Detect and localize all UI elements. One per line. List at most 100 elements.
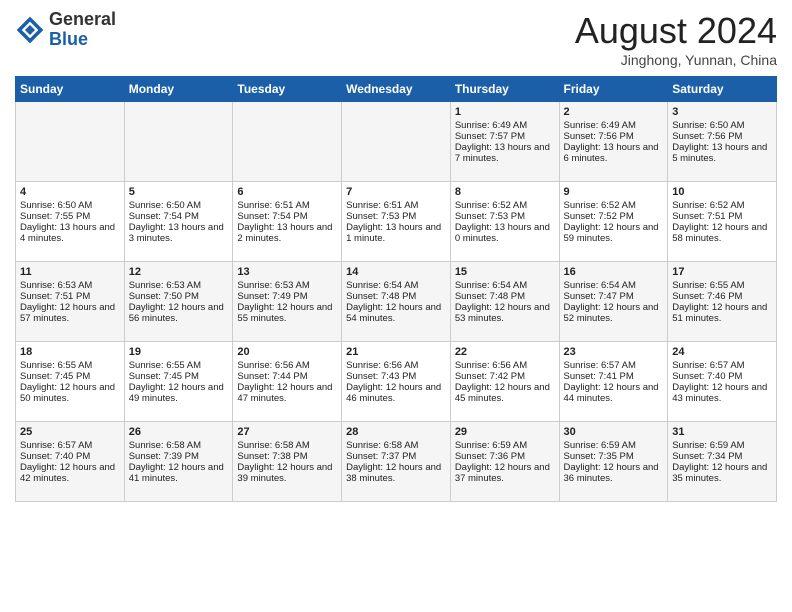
cell-info: Sunset: 7:52 PM [564, 211, 664, 222]
calendar-cell: 19Sunrise: 6:55 AMSunset: 7:45 PMDayligh… [124, 342, 233, 422]
cell-info: Daylight: 12 hours and 53 minutes. [455, 302, 555, 324]
cell-info: Sunrise: 6:58 AM [129, 440, 229, 451]
cell-info: Daylight: 12 hours and 42 minutes. [20, 462, 120, 484]
cell-info: Sunrise: 6:55 AM [20, 360, 120, 371]
weekday-header-cell: Saturday [668, 77, 777, 102]
calendar-cell: 13Sunrise: 6:53 AMSunset: 7:49 PMDayligh… [233, 262, 342, 342]
calendar-cell: 25Sunrise: 6:57 AMSunset: 7:40 PMDayligh… [16, 422, 125, 502]
cell-info: Daylight: 12 hours and 46 minutes. [346, 382, 446, 404]
cell-info: Sunset: 7:45 PM [129, 371, 229, 382]
calendar-body: 1Sunrise: 6:49 AMSunset: 7:57 PMDaylight… [16, 102, 777, 502]
location: Jinghong, Yunnan, China [575, 52, 777, 68]
logo-blue: Blue [49, 29, 88, 49]
cell-info: Daylight: 12 hours and 56 minutes. [129, 302, 229, 324]
cell-info: Daylight: 12 hours and 52 minutes. [564, 302, 664, 324]
cell-info: Sunset: 7:45 PM [20, 371, 120, 382]
day-number: 21 [346, 346, 446, 358]
calendar-cell: 1Sunrise: 6:49 AMSunset: 7:57 PMDaylight… [450, 102, 559, 182]
calendar-cell: 21Sunrise: 6:56 AMSunset: 7:43 PMDayligh… [342, 342, 451, 422]
day-number: 18 [20, 346, 120, 358]
cell-info: Sunrise: 6:56 AM [237, 360, 337, 371]
logo-general: General [49, 9, 116, 29]
cell-info: Sunset: 7:56 PM [564, 131, 664, 142]
cell-info: Sunset: 7:49 PM [237, 291, 337, 302]
cell-info: Sunset: 7:39 PM [129, 451, 229, 462]
cell-info: Sunrise: 6:50 AM [20, 200, 120, 211]
calendar-cell: 20Sunrise: 6:56 AMSunset: 7:44 PMDayligh… [233, 342, 342, 422]
cell-info: Sunset: 7:47 PM [564, 291, 664, 302]
calendar-week-row: 11Sunrise: 6:53 AMSunset: 7:51 PMDayligh… [16, 262, 777, 342]
calendar-cell: 6Sunrise: 6:51 AMSunset: 7:54 PMDaylight… [233, 182, 342, 262]
cell-info: Sunrise: 6:57 AM [564, 360, 664, 371]
cell-info: Daylight: 13 hours and 1 minute. [346, 222, 446, 244]
cell-info: Sunset: 7:41 PM [564, 371, 664, 382]
cell-info: Sunrise: 6:51 AM [346, 200, 446, 211]
cell-info: Sunrise: 6:54 AM [455, 280, 555, 291]
logo: General Blue [15, 10, 116, 50]
cell-info: Sunrise: 6:50 AM [672, 120, 772, 131]
cell-info: Daylight: 12 hours and 38 minutes. [346, 462, 446, 484]
weekday-header-cell: Tuesday [233, 77, 342, 102]
cell-info: Sunrise: 6:52 AM [672, 200, 772, 211]
weekday-header-cell: Sunday [16, 77, 125, 102]
cell-info: Daylight: 12 hours and 39 minutes. [237, 462, 337, 484]
cell-info: Sunset: 7:54 PM [129, 211, 229, 222]
cell-info: Sunset: 7:50 PM [129, 291, 229, 302]
cell-info: Daylight: 13 hours and 3 minutes. [129, 222, 229, 244]
cell-info: Sunrise: 6:57 AM [672, 360, 772, 371]
cell-info: Sunset: 7:46 PM [672, 291, 772, 302]
cell-info: Daylight: 13 hours and 0 minutes. [455, 222, 555, 244]
cell-info: Sunset: 7:40 PM [20, 451, 120, 462]
cell-info: Sunrise: 6:53 AM [129, 280, 229, 291]
cell-info: Daylight: 13 hours and 5 minutes. [672, 142, 772, 164]
calendar-cell: 8Sunrise: 6:52 AMSunset: 7:53 PMDaylight… [450, 182, 559, 262]
cell-info: Sunset: 7:56 PM [672, 131, 772, 142]
calendar-cell: 2Sunrise: 6:49 AMSunset: 7:56 PMDaylight… [559, 102, 668, 182]
cell-info: Sunset: 7:38 PM [237, 451, 337, 462]
cell-info: Sunrise: 6:53 AM [20, 280, 120, 291]
day-number: 28 [346, 426, 446, 438]
calendar-cell: 17Sunrise: 6:55 AMSunset: 7:46 PMDayligh… [668, 262, 777, 342]
cell-info: Sunrise: 6:59 AM [672, 440, 772, 451]
day-number: 5 [129, 186, 229, 198]
day-number: 12 [129, 266, 229, 278]
cell-info: Daylight: 13 hours and 6 minutes. [564, 142, 664, 164]
cell-info: Daylight: 12 hours and 55 minutes. [237, 302, 337, 324]
cell-info: Sunrise: 6:52 AM [455, 200, 555, 211]
cell-info: Sunrise: 6:49 AM [455, 120, 555, 131]
cell-info: Daylight: 12 hours and 44 minutes. [564, 382, 664, 404]
cell-info: Sunrise: 6:54 AM [564, 280, 664, 291]
day-number: 4 [20, 186, 120, 198]
day-number: 16 [564, 266, 664, 278]
cell-info: Sunset: 7:37 PM [346, 451, 446, 462]
day-number: 20 [237, 346, 337, 358]
cell-info: Sunrise: 6:54 AM [346, 280, 446, 291]
cell-info: Daylight: 12 hours and 37 minutes. [455, 462, 555, 484]
weekday-header-cell: Wednesday [342, 77, 451, 102]
cell-info: Sunrise: 6:53 AM [237, 280, 337, 291]
cell-info: Daylight: 12 hours and 54 minutes. [346, 302, 446, 324]
calendar-cell: 9Sunrise: 6:52 AMSunset: 7:52 PMDaylight… [559, 182, 668, 262]
cell-info: Sunrise: 6:59 AM [564, 440, 664, 451]
cell-info: Sunset: 7:57 PM [455, 131, 555, 142]
calendar-cell: 18 Sunrise: 6:55 AMSunset: 7:45 PMDayligh… [16, 342, 125, 422]
day-number: 31 [672, 426, 772, 438]
cell-info: Sunset: 7:40 PM [672, 371, 772, 382]
cell-info: Daylight: 12 hours and 57 minutes. [20, 302, 120, 324]
weekday-header-cell: Thursday [450, 77, 559, 102]
cell-info: Sunset: 7:36 PM [455, 451, 555, 462]
calendar-table: SundayMondayTuesdayWednesdayThursdayFrid… [15, 76, 777, 502]
cell-info: Sunset: 7:34 PM [672, 451, 772, 462]
calendar-cell: 7Sunrise: 6:51 AMSunset: 7:53 PMDaylight… [342, 182, 451, 262]
calendar-cell [16, 102, 125, 182]
calendar-cell: 3Sunrise: 6:50 AMSunset: 7:56 PMDaylight… [668, 102, 777, 182]
cell-info: Sunrise: 6:49 AM [564, 120, 664, 131]
cell-info: Sunrise: 6:55 AM [672, 280, 772, 291]
cell-info: Sunset: 7:48 PM [455, 291, 555, 302]
cell-info: Sunset: 7:35 PM [564, 451, 664, 462]
day-number: 9 [564, 186, 664, 198]
day-number: 14 [346, 266, 446, 278]
day-number: 30 [564, 426, 664, 438]
cell-info: Daylight: 12 hours and 50 minutes. [20, 382, 120, 404]
cell-info: Sunrise: 6:56 AM [346, 360, 446, 371]
